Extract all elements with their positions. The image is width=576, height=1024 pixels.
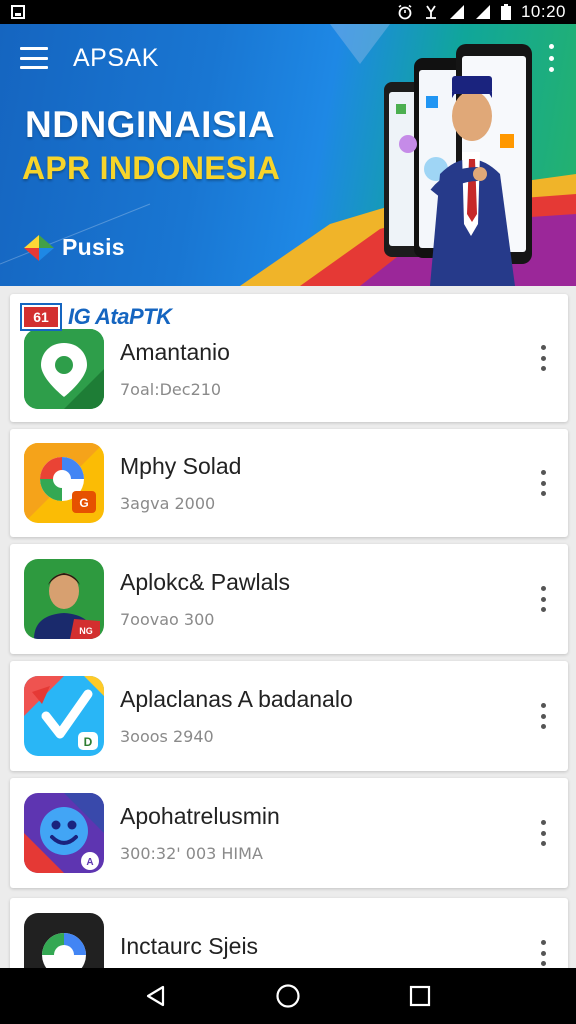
list-item-app-5[interactable]: A Apohatrelusmin 300:32' 003 HIMA	[10, 778, 568, 888]
more-vert-icon[interactable]	[546, 44, 556, 72]
svg-text:G: G	[79, 496, 88, 510]
signal-icon	[449, 5, 464, 19]
more-vert-icon[interactable]	[538, 940, 548, 966]
app-name: Mphy Solad	[120, 453, 242, 479]
app-meta: 7oovao 300	[120, 610, 215, 629]
app-name: Amantanio	[120, 339, 230, 365]
svg-text:A: A	[86, 857, 93, 868]
section-badge: 61	[20, 303, 62, 331]
recents-square-icon[interactable]	[400, 976, 440, 1016]
notification-icon	[11, 5, 25, 19]
app-name: Aplokc& Pawlals	[120, 569, 291, 595]
clock: 10:20	[520, 2, 566, 21]
back-triangle-icon[interactable]	[136, 976, 176, 1016]
photos-pin-icon: G	[24, 443, 104, 523]
check-edit-icon: D	[24, 676, 104, 756]
list-item-app-4[interactable]: D Aplaclanas A badanalo 3ooos 2940	[10, 661, 568, 771]
more-vert-icon[interactable]	[538, 470, 548, 496]
app-list: 61 IG AtaPTK Amantanio 7oal:Dec210 G Mph…	[0, 286, 576, 968]
hero-subheadline: APR INDONESIA	[22, 150, 281, 186]
brand: Pusis	[24, 234, 125, 261]
vibrate-icon	[425, 5, 436, 19]
more-vert-icon[interactable]	[538, 820, 548, 846]
svg-text:NG: NG	[79, 626, 93, 636]
smiley-face-icon: A	[24, 793, 104, 873]
app-name: Aplaclanas A badanalo	[120, 686, 353, 712]
section-header: 61 IG AtaPTK	[20, 303, 172, 331]
google-app-icon	[24, 913, 104, 968]
battery-icon	[500, 4, 511, 20]
hamburger-menu-icon[interactable]	[20, 47, 48, 69]
status-bar: 10:20	[0, 0, 576, 24]
system-nav-bar	[0, 968, 576, 1024]
more-vert-icon[interactable]	[538, 586, 548, 612]
signal-icon-2	[475, 5, 490, 19]
list-item-app-6[interactable]: Inctaurc Sjeis	[10, 898, 568, 968]
more-vert-icon[interactable]	[538, 345, 548, 371]
app-meta: 3agva 2000	[120, 494, 216, 513]
app-meta: 7oal:Dec210	[120, 380, 222, 399]
app-name: Apohatrelusmin	[120, 803, 280, 829]
maps-pin-icon	[24, 329, 104, 409]
app-title: APSAK	[73, 43, 159, 72]
hero-banner: APSAK NDNGINAISIA APR INDONESIA Pusis	[0, 24, 576, 286]
svg-text:D: D	[84, 735, 93, 749]
app-meta: 300:32' 003 HIMA	[120, 844, 263, 863]
profile-photo-icon: NG	[24, 559, 104, 639]
app-meta: 3ooos 2940	[120, 727, 214, 746]
alarm-icon	[398, 4, 412, 20]
home-circle-icon[interactable]	[268, 976, 308, 1016]
list-item-app-3[interactable]: NG Aplokc& Pawlals 7oovao 300	[10, 544, 568, 654]
app-name: Inctaurc Sjeis	[120, 932, 259, 959]
app-bar: APSAK	[0, 38, 576, 78]
brand-label: Pusis	[62, 234, 125, 260]
list-item-app-2[interactable]: G Mphy Solad 3agva 2000	[10, 429, 568, 537]
brand-logo-icon	[24, 234, 54, 261]
hero-headline: NDNGINAISIA	[25, 104, 276, 145]
section-label: IG AtaPTK	[68, 304, 172, 329]
more-vert-icon[interactable]	[538, 703, 548, 729]
